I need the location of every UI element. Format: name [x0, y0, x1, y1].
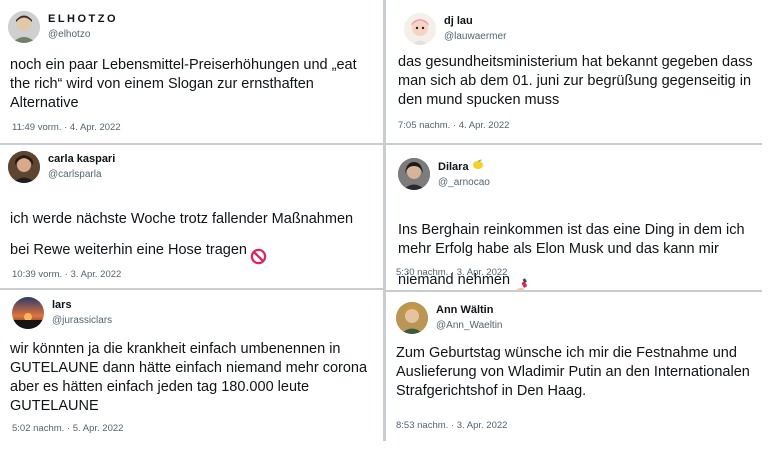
display-name-row: Dilara [438, 159, 490, 175]
tweet-timestamp[interactable]: 7:05 nachm. · 4. Apr. 2022 [398, 120, 509, 131]
avatar-photo-icon [396, 302, 428, 334]
avatar[interactable] [8, 11, 40, 43]
avatar-sunset-icon [12, 297, 44, 329]
user-handle[interactable]: @Ann_Waeltin [436, 318, 502, 333]
avatar-photo-icon [8, 11, 40, 43]
tweet-text: Zum Geburtstag wünsche ich mir die Festn… [396, 345, 750, 399]
tweet-card[interactable]: Dilara @_arnocao Ins Berghain reinkommen… [386, 145, 762, 290]
avatar[interactable] [404, 13, 436, 45]
tweet-text: das gesundheitsministerium hat bekannt g… [398, 54, 753, 108]
user-handle[interactable]: @lauwaermer [444, 29, 506, 44]
avatar[interactable] [396, 302, 428, 334]
avatar[interactable] [12, 297, 44, 329]
user-handle[interactable]: @elhotzo [48, 27, 118, 42]
tweet-header: Ann Wältin @Ann_Waeltin [396, 301, 502, 335]
user-handle[interactable]: @jurassiclars [52, 313, 112, 328]
tweet-header: ELHOTZO @elhotzo [8, 10, 118, 44]
tweet-card[interactable]: lars @jurassiclars wir könnten ja die kr… [0, 290, 383, 441]
nail-polish-icon [513, 259, 530, 290]
tweet-timestamp[interactable]: 5:02 nachm. · 5. Apr. 2022 [12, 423, 123, 434]
display-name[interactable]: Dilara [438, 160, 469, 172]
avatar-photo-icon [398, 158, 430, 190]
display-name[interactable]: lars [52, 298, 112, 313]
avatar-cartoon-icon [404, 13, 436, 45]
avatar[interactable] [8, 151, 40, 183]
user-handle[interactable]: @_arnocao [438, 175, 490, 190]
tweet-card[interactable]: ELHOTZO @elhotzo noch ein paar Lebensmit… [0, 0, 383, 143]
tweet-header: lars @jurassiclars [12, 296, 112, 330]
lemon-icon [472, 159, 484, 175]
tweet-text-body: ich werde nächste Woche trotz fallender … [10, 211, 354, 258]
tweet-text: noch ein paar Lebensmittel-Preiserhöhung… [10, 57, 357, 111]
tweet-text: wir könnten ja die krankheit einfach umb… [10, 341, 368, 414]
prohibited-icon [250, 229, 267, 271]
tweet-timestamp[interactable]: 5:30 nachm. · 3. Apr. 2022 [396, 267, 507, 278]
tweet-header: dj lau @lauwaermer [404, 12, 506, 46]
tweet-timestamp[interactable]: 11:49 vorm. · 4. Apr. 2022 [12, 122, 121, 133]
display-name[interactable]: dj lau [444, 14, 506, 29]
avatar-photo-icon [8, 151, 40, 183]
tweet-timestamp[interactable]: 8:53 nachm. · 3. Apr. 2022 [396, 420, 507, 431]
display-name[interactable]: carla kaspari [48, 152, 115, 167]
tweet-header: Dilara @_arnocao [398, 157, 490, 191]
display-name[interactable]: Ann Wältin [436, 303, 502, 318]
tweet-card[interactable]: carla kaspari @carlsparla ich werde näch… [0, 145, 383, 288]
tweet-text: ich werde nächste Woche trotz fallender … [10, 191, 353, 271]
tweet-timestamp[interactable]: 10:39 vorm. · 3. Apr. 2022 [12, 269, 121, 280]
tweet-card[interactable]: Ann Wältin @Ann_Waeltin Zum Geburtstag w… [386, 292, 762, 441]
tweet-card[interactable]: dj lau @lauwaermer das gesundheitsminist… [386, 0, 762, 143]
tweet-header: carla kaspari @carlsparla [8, 150, 115, 184]
avatar[interactable] [398, 158, 430, 190]
user-handle[interactable]: @carlsparla [48, 167, 115, 182]
display-name[interactable]: ELHOTZO [48, 12, 118, 27]
